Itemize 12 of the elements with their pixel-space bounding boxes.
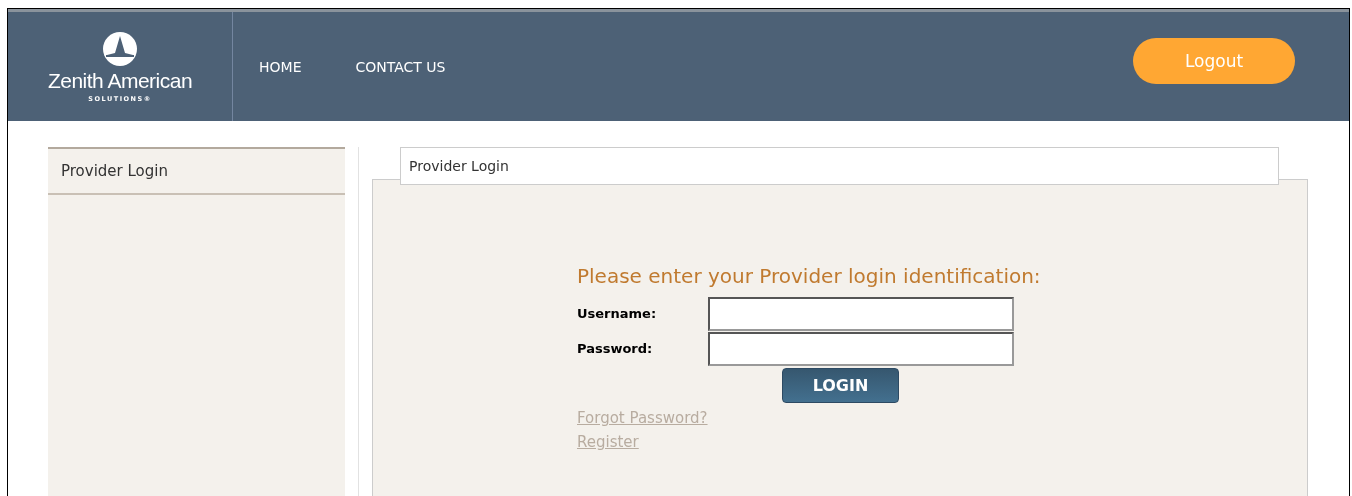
sidebar-item[interactable]: Provider Login [48,147,345,195]
nav-link[interactable]: HOME [259,58,302,75]
input-field[interactable] [708,331,1014,366]
panel-title: Provider Login [400,147,1279,185]
nav-link[interactable]: CONTACT US [355,58,446,75]
input-field[interactable] [708,296,1014,331]
logo-name: Zenith American [47,68,193,93]
logo-icon [102,30,138,67]
login-heading: Please enter your Provider login identification: [577,264,1042,288]
login-button[interactable]: LOGIN [782,368,899,403]
field-label: Password: [577,341,654,356]
field-label: Username: [577,306,658,321]
